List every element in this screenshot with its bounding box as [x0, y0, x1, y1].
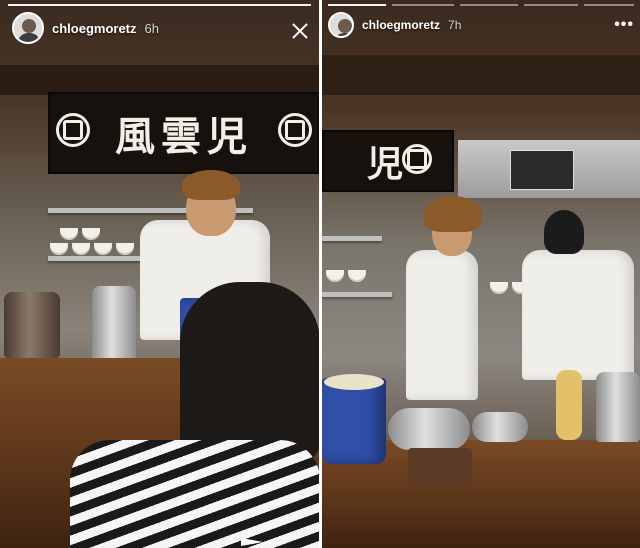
- story-header: chloegmoretz 7h: [328, 12, 461, 38]
- avatar-icon[interactable]: [328, 12, 354, 38]
- more-options-icon[interactable]: •••: [614, 16, 634, 34]
- noodles: [556, 370, 582, 440]
- story-progress-bar: [392, 4, 454, 6]
- customer-head: [180, 282, 319, 462]
- shelf: [322, 236, 382, 241]
- blender: [4, 292, 60, 358]
- kettle: [92, 286, 136, 364]
- ceiling-beam: [0, 65, 319, 95]
- pot-lid: [388, 408, 470, 450]
- pot-lid: [472, 412, 528, 442]
- story-left[interactable]: 風雲児 chloegmoretz 6h: [0, 0, 319, 548]
- username[interactable]: chloegmoretz: [362, 18, 440, 32]
- story-timestamp: 7h: [448, 18, 462, 32]
- sign-crest-right: [278, 113, 312, 147]
- stockpot-rim: [324, 374, 384, 390]
- hood-placard: [510, 150, 574, 190]
- customer-striped-shirt: [70, 440, 319, 548]
- sign-crest-left: [56, 113, 90, 147]
- avatar-icon[interactable]: [12, 12, 44, 44]
- sign-crest: [402, 144, 432, 174]
- story-right[interactable]: 児 chloegmoretz 7h •••: [322, 0, 640, 548]
- send-icon[interactable]: [241, 538, 263, 546]
- story-header: chloegmoretz 6h: [12, 12, 159, 44]
- story-timestamp: 6h: [144, 20, 159, 36]
- story-progress-bar: [524, 4, 578, 6]
- username[interactable]: chloegmoretz: [52, 21, 137, 36]
- towel: [408, 448, 472, 484]
- story-progress-bar: [8, 4, 311, 6]
- metal-canister: [596, 372, 640, 442]
- ceiling-beam: [322, 55, 640, 95]
- story-progress-bar: [584, 4, 634, 6]
- shelf: [322, 292, 392, 297]
- blue-stockpot: [322, 378, 386, 464]
- story-progress-bar: [460, 4, 518, 6]
- shop-sign: 児: [322, 130, 454, 192]
- close-icon[interactable]: [291, 22, 309, 40]
- story-progress-bar: [328, 4, 386, 6]
